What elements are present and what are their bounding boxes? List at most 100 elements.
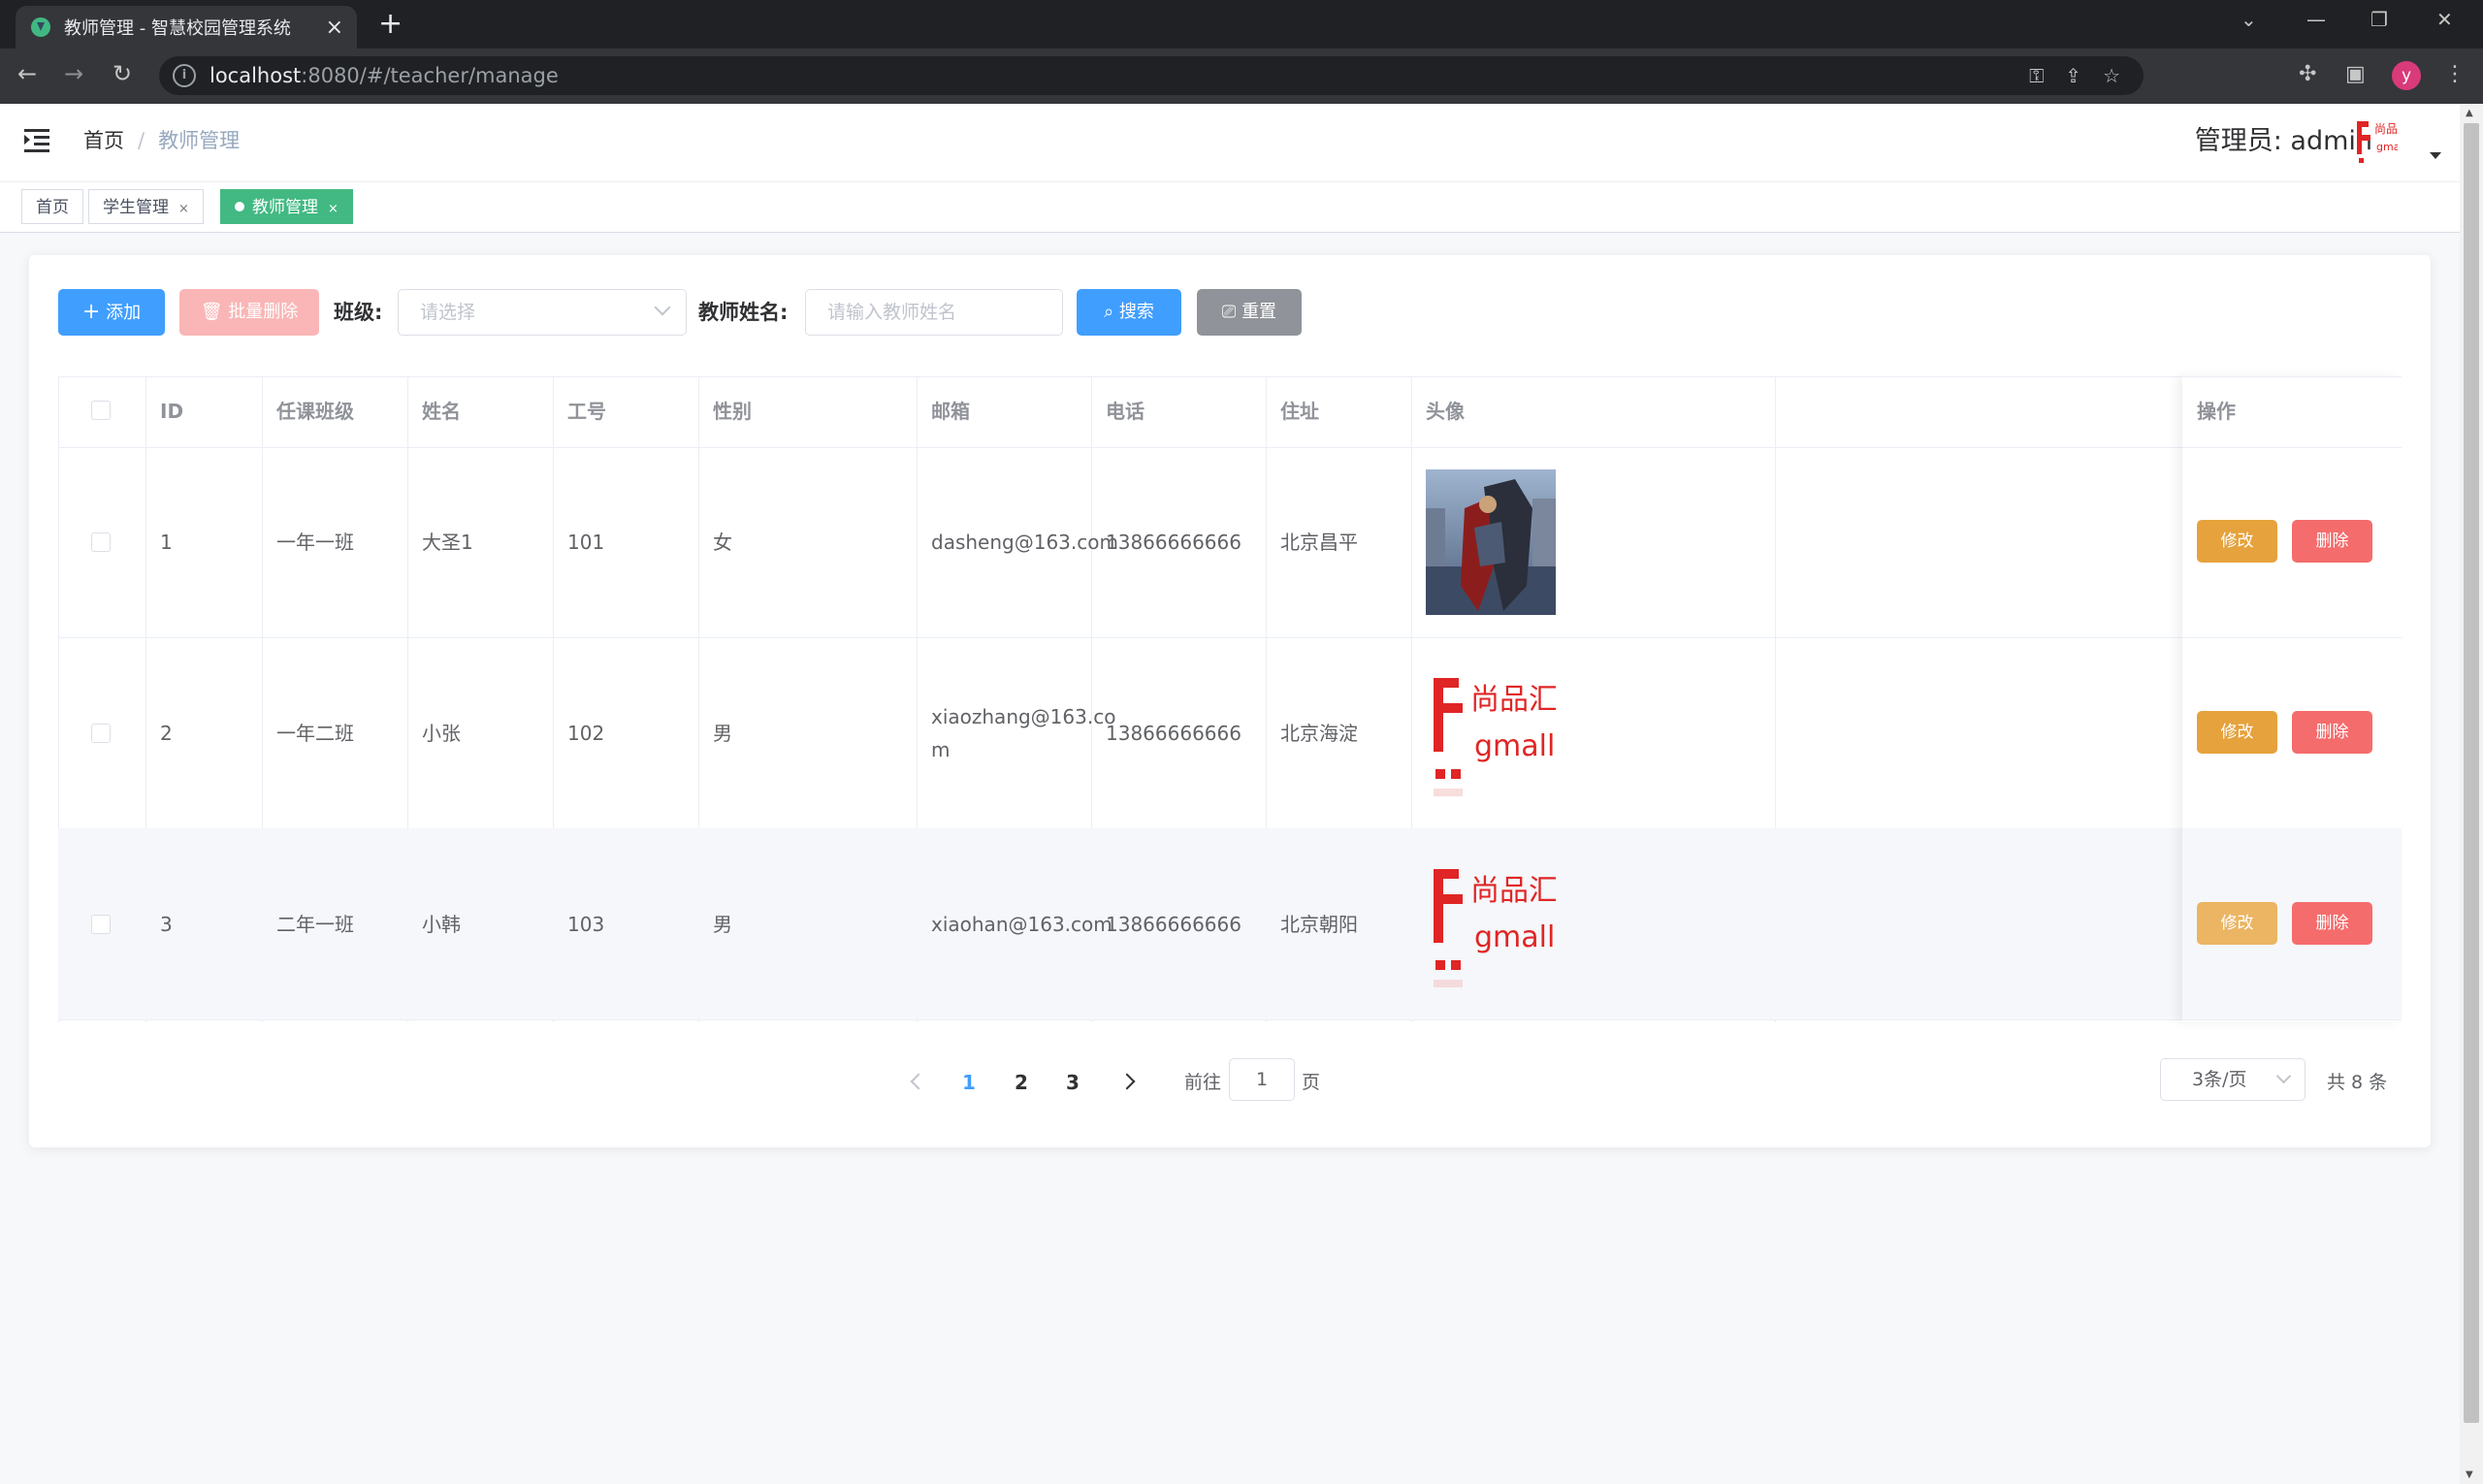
svg-text:尚品汇: 尚品汇 [1470,874,1556,908]
minimize-icon[interactable]: — [2306,8,2326,31]
gmall-logo-image: 尚品汇 gmall [1434,677,1556,796]
delete-button[interactable]: 删除 [2292,902,2372,945]
prev-page-icon[interactable] [910,1073,927,1090]
table-header: ID 任课班级 姓名 工号 性别 邮箱 电话 住址 头像 [58,376,2402,448]
col-operation: 操作 [2197,400,2236,423]
user-label[interactable]: 管理员: admin [2195,119,2372,157]
page-3[interactable]: 3 [1053,1063,1092,1102]
page-1[interactable]: 1 [950,1063,988,1102]
col-id: ID [160,400,184,423]
reload-icon[interactable]: ↻ [113,60,132,87]
select-all-checkbox[interactable] [91,401,111,420]
cell-id: 1 [160,530,173,554]
tags-view: 首页 学生管理 × 教师管理 × [0,181,2460,233]
key-icon[interactable]: ⚿ [2029,64,2044,87]
delete-button[interactable]: 删除 [2292,711,2372,754]
trash-icon: 🗑 [200,302,223,322]
page-scrollbar[interactable]: ▲ ▼ [2460,104,2483,1484]
operation-cell: 修改 删除 [2182,446,2402,638]
breadcrumb-home[interactable]: 首页 [83,129,124,152]
add-button[interactable]: + 添加 [58,289,165,336]
new-tab-icon[interactable]: + [378,6,403,43]
goto-label: 前往 [1184,1072,1222,1093]
cell-address: 北京海淀 [1280,721,1358,745]
restore-icon[interactable]: ❐ [2370,8,2388,31]
close-icon[interactable]: × [178,202,189,216]
tag-student-manage[interactable]: 学生管理 × [88,189,204,224]
user-avatar[interactable]: 尚品汇 gmall [2353,115,2398,170]
back-icon[interactable]: ← [17,60,37,87]
chevron-down-icon [2275,1068,2292,1084]
teacher-name-label: 教师姓名: [698,301,789,324]
window-close-icon[interactable]: ✕ [2436,8,2453,31]
operation-cell: 修改 删除 [2182,828,2402,1020]
browser-tab-strip: 教师管理 - 智慧校园管理系统 × + ⌄ — ❐ ✕ [0,0,2483,48]
delete-button[interactable]: 删除 [2292,520,2372,563]
browser-tab-title: 教师管理 - 智慧校园管理系统 [64,18,291,39]
svg-text:gmall: gmall [2376,141,2398,153]
svg-text:尚品汇: 尚品汇 [2374,122,2398,136]
user-dropdown-icon[interactable] [2430,152,2441,159]
cell-class: 一年一班 [276,530,354,554]
row-checkbox[interactable] [91,914,111,934]
row-checkbox[interactable] [91,723,111,743]
operation-column: 操作 修改 删除 修改 删除 修改 删除 [2182,376,2402,1022]
cell-gender: 男 [713,721,732,745]
cell-address: 北京昌平 [1280,530,1358,554]
tag-home[interactable]: 首页 [21,189,83,224]
cell-email: xiaohan@163.com [931,912,1113,936]
col-class: 任课班级 [276,400,354,423]
next-page-icon[interactable] [1118,1073,1136,1090]
profile-avatar[interactable]: y [2392,61,2421,90]
col-name: 姓名 [422,400,461,423]
cell-name: 大圣1 [422,530,473,554]
cell-id: 3 [160,912,173,936]
cell-id: 2 [160,721,173,745]
bookmark-star-icon[interactable]: ☆ [2103,64,2120,87]
close-icon[interactable]: × [328,202,339,216]
svg-text:gmall: gmall [1474,729,1555,763]
reset-button[interactable]: ⎚ 重置 [1197,289,1302,336]
forward-icon[interactable]: → [64,60,83,87]
edit-button[interactable]: 修改 [2197,520,2277,563]
tag-teacher-manage[interactable]: 教师管理 × [220,189,353,224]
side-panel-icon[interactable]: ▣ [2345,62,2366,86]
page-2[interactable]: 2 [1002,1063,1041,1102]
teacher-name-input[interactable]: 请输入教师姓名 [805,289,1063,336]
class-select[interactable]: 请选择 [398,289,687,336]
reset-icon: ⎚ [1221,302,1237,322]
table-row: 1 一年一班 大圣1 101 女 dasheng@163.com 1386666… [58,446,2402,638]
col-tno: 工号 [567,400,606,423]
tab-search-icon[interactable]: ⌄ [2241,8,2257,31]
search-button[interactable]: ⌕ 搜索 [1077,289,1181,336]
cell-name: 小韩 [422,912,461,936]
class-label: 班级: [334,301,383,324]
teacher-card: + 添加 🗑 批量删除 班级: 请选择 教师姓名: 请输入教师姓名 ⌕ 搜索 ⎚… [29,255,2431,1147]
page-suffix: 页 [1302,1072,1321,1093]
edit-button[interactable]: 修改 [2197,902,2277,945]
address-bar[interactable]: i localhost:8080/#/teacher/manage ⚿ ⇪ ☆ [159,56,2144,95]
warrior-avatar-image [1426,468,1556,615]
row-checkbox[interactable] [91,532,111,552]
close-tab-icon[interactable]: × [326,16,343,40]
browser-menu-icon[interactable]: ⋮ [2444,62,2466,86]
extensions-icon[interactable]: ✣ [2299,62,2316,86]
col-gender: 性别 [713,400,752,423]
cell-gender: 男 [713,912,732,936]
cell-name: 小张 [422,721,461,745]
col-avatar: 头像 [1426,400,1465,423]
site-info-icon[interactable]: i [173,64,196,87]
app-header: 首页/教师管理 管理员: admin 尚品汇 gmall [0,104,2460,182]
gmall-logo-image: 尚品汇 gmall [1434,868,1556,987]
cell-class: 二年一班 [276,912,354,936]
breadcrumb-current: 教师管理 [158,129,241,152]
batch-delete-button[interactable]: 🗑 批量删除 [179,289,319,336]
page-size-select[interactable]: 3条/页 [2160,1058,2306,1101]
goto-page-input[interactable]: 1 [1229,1058,1295,1101]
edit-button[interactable]: 修改 [2197,711,2277,754]
share-icon[interactable]: ⇪ [2065,64,2081,87]
sidebar-toggle-icon[interactable] [24,129,49,152]
browser-tab[interactable]: 教师管理 - 智慧校园管理系统 × [16,6,357,48]
svg-text:尚品汇: 尚品汇 [1470,683,1556,717]
url-text: localhost:8080/#/teacher/manage [210,64,559,87]
